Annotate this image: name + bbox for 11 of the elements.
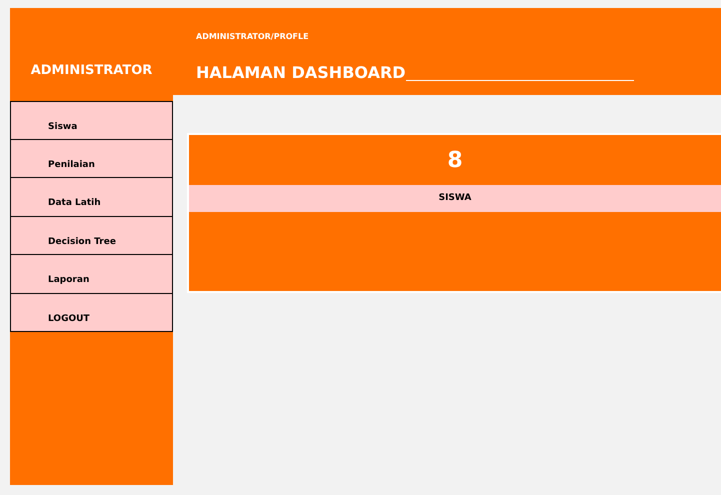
breadcrumb: ADMINISTRATOR/PROFLE bbox=[196, 31, 310, 43]
sidebar-title: ADMINISTRATOR bbox=[30, 62, 152, 80]
sidebar-menu-item[interactable]: LOGOUT bbox=[10, 294, 173, 332]
stat-value: 8 bbox=[447, 146, 463, 174]
sidebar-menu-item[interactable]: Penilaian bbox=[10, 140, 173, 178]
sidebar-menu-item[interactable]: Data Latih bbox=[10, 178, 173, 216]
sidebar-menu-item[interactable]: Laporan bbox=[10, 255, 173, 294]
page-title: HALAMAN DASHBOARD bbox=[196, 65, 406, 81]
sidebar-menu-item[interactable]: Decision Tree bbox=[10, 216, 173, 255]
sidebar-menu-item[interactable]: Siswa bbox=[10, 101, 173, 140]
stat-label: SISWA bbox=[438, 192, 472, 205]
